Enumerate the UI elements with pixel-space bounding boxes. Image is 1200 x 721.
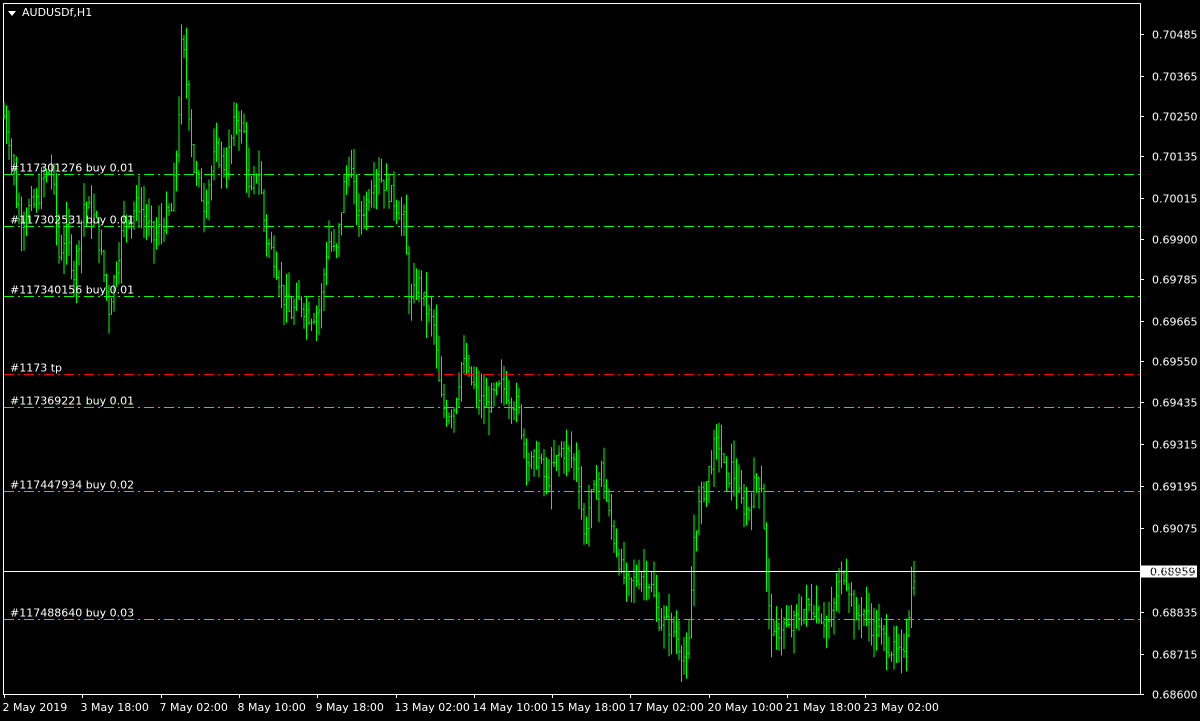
x-tick-label: 13 May 02:00 xyxy=(395,701,470,714)
y-tick-label: 0.70250 xyxy=(1152,111,1198,124)
order-level-label: #117302531 buy 0.01 xyxy=(10,214,134,227)
chart-background xyxy=(0,0,1200,721)
y-tick-label: 0.68835 xyxy=(1152,607,1198,620)
y-tick-label: 0.70015 xyxy=(1152,193,1198,206)
x-tick-label: 3 May 18:00 xyxy=(81,701,149,714)
y-tick-label: 0.68715 xyxy=(1152,649,1198,662)
x-tick-label: 8 May 10:00 xyxy=(238,701,306,714)
y-tick-label: 0.69435 xyxy=(1152,397,1198,410)
symbol-title: AUDUSDf,H1 xyxy=(22,6,92,19)
x-tick-label: 7 May 02:00 xyxy=(160,701,228,714)
order-level-label: #1173 tp xyxy=(10,362,62,375)
y-tick-label: 0.69550 xyxy=(1152,356,1198,369)
order-level-label: #117369221 buy 0.01 xyxy=(10,395,134,408)
y-tick-label: 0.69900 xyxy=(1152,234,1198,247)
y-tick-label: 0.69315 xyxy=(1152,439,1198,452)
order-level-label: #117488640 buy 0.03 xyxy=(10,607,134,620)
y-tick-label: 0.69195 xyxy=(1152,481,1198,494)
x-tick-label: 23 May 02:00 xyxy=(864,701,939,714)
x-tick-label: 15 May 18:00 xyxy=(551,701,626,714)
y-tick-label: 0.70365 xyxy=(1152,71,1198,84)
x-tick-label: 17 May 02:00 xyxy=(629,701,704,714)
x-tick-label: 20 May 10:00 xyxy=(708,701,783,714)
y-tick-label: 0.68955 xyxy=(1152,565,1198,578)
y-tick-label: 0.69665 xyxy=(1152,316,1198,329)
y-tick-label: 0.69785 xyxy=(1152,274,1198,287)
x-tick-label: 9 May 18:00 xyxy=(316,701,384,714)
y-tick-label: 0.69075 xyxy=(1152,523,1198,536)
x-tick-label: 14 May 10:00 xyxy=(473,701,548,714)
order-level-label: #117340156 buy 0.01 xyxy=(10,284,134,297)
price-chart[interactable]: #117301276 buy 0.01 #117302531 buy 0.01 #1… xyxy=(0,0,1200,721)
order-level-label: #117447934 buy 0.02 xyxy=(10,479,134,492)
x-tick-label: 21 May 18:00 xyxy=(786,701,861,714)
y-tick-label: 0.70485 xyxy=(1152,29,1198,42)
y-tick-label: 0.70135 xyxy=(1152,151,1198,164)
y-tick-label: 0.68600 xyxy=(1152,689,1198,702)
order-level-label: #117301276 buy 0.01 xyxy=(10,162,134,175)
x-tick-label: 2 May 2019 xyxy=(3,701,68,714)
